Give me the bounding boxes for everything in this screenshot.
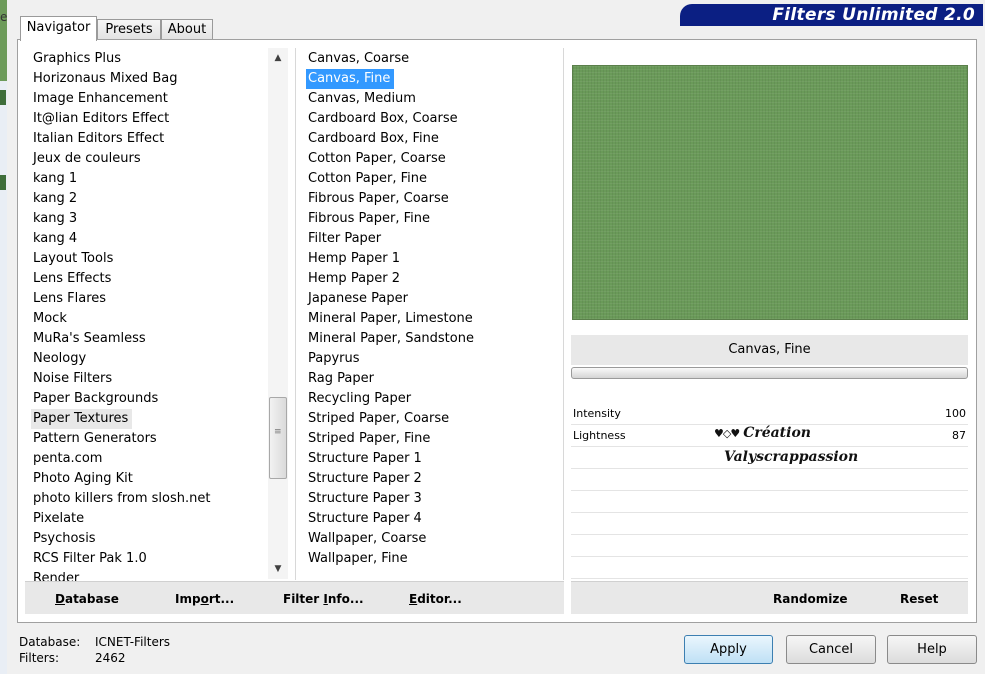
filter-list[interactable]: Canvas, Coarse Canvas, Fine Canvas, Medium…: [300, 48, 560, 580]
filter-item[interactable]: Hemp Paper 2: [306, 269, 404, 289]
category-item[interactable]: kang 2: [31, 189, 81, 209]
filter-item[interactable]: Mineral Paper, Sandstone: [306, 329, 478, 349]
filter-item[interactable]: Structure Paper 2: [306, 469, 426, 489]
randomize-button[interactable]: Randomize: [773, 581, 847, 613]
watermark-line1: ♥◇♥ Création: [714, 424, 854, 443]
category-item[interactable]: photo killers from slosh.net: [31, 489, 214, 509]
filter-item[interactable]: Hemp Paper 1: [306, 249, 404, 269]
status-filters-value: 2462: [95, 651, 126, 665]
status-database-label: Database:: [19, 635, 81, 649]
filter-item[interactable]: Wallpaper, Fine: [306, 549, 412, 569]
category-item[interactable]: Lens Flares: [31, 289, 110, 309]
status-filters-label: Filters:: [19, 651, 60, 665]
filter-item[interactable]: Recycling Paper: [306, 389, 415, 409]
edge-text: e: [0, 10, 7, 24]
cancel-button[interactable]: Cancel: [786, 635, 876, 664]
watermark-line2: Valyscrappassion: [724, 449, 859, 465]
reset-button[interactable]: Reset: [900, 581, 938, 613]
category-item[interactable]: Graphics Plus: [31, 49, 125, 69]
category-item[interactable]: kang 3: [31, 209, 81, 229]
filter-item[interactable]: Canvas, Medium: [306, 89, 420, 109]
import-button[interactable]: Import...: [175, 581, 234, 613]
param-row-empty: [571, 535, 968, 557]
app-title: Filters Unlimited 2.0: [772, 5, 975, 25]
category-item[interactable]: Horizonaus Mixed Bag: [31, 69, 181, 89]
filter-progress-bar: [571, 367, 968, 379]
filter-item[interactable]: Cotton Paper, Coarse: [306, 149, 450, 169]
watermark-text: Création: [743, 425, 811, 441]
filter-item[interactable]: Papyrus: [306, 349, 364, 369]
category-item[interactable]: Image Enhancement: [31, 89, 172, 109]
filter-item[interactable]: Structure Paper 1: [306, 449, 426, 469]
hearts-icon: ♥◇♥: [714, 427, 740, 440]
filter-item[interactable]: Cardboard Box, Fine: [306, 129, 443, 149]
filter-item[interactable]: Fibrous Paper, Fine: [306, 209, 434, 229]
filter-info-button[interactable]: Filter Info...: [283, 581, 364, 613]
filter-item[interactable]: Rag Paper: [306, 369, 378, 389]
grip-icon: ≡: [274, 427, 282, 437]
category-item[interactable]: Paper Backgrounds: [31, 389, 162, 409]
param-row-empty: [571, 557, 968, 579]
param-value: 100: [945, 407, 966, 420]
category-item[interactable]: RCS Filter Pak 1.0: [31, 549, 151, 569]
param-label: Intensity: [573, 407, 621, 420]
filter-preview: [572, 65, 968, 320]
help-button[interactable]: Help: [887, 635, 977, 664]
category-item[interactable]: Jeux de couleurs: [31, 149, 145, 169]
param-row-empty: [571, 491, 968, 513]
filter-item[interactable]: Cardboard Box, Coarse: [306, 109, 462, 129]
list-divider: [563, 48, 564, 580]
filter-item[interactable]: Structure Paper 3: [306, 489, 426, 509]
param-label: Lightness: [573, 429, 626, 442]
param-row-empty: [571, 469, 968, 491]
category-item[interactable]: Pixelate: [31, 509, 88, 529]
category-scrollbar[interactable]: ▲ ▼: [268, 48, 288, 579]
edge-icon: [0, 90, 6, 105]
filter-item[interactable]: Canvas, Coarse: [306, 49, 413, 69]
filter-item[interactable]: Structure Paper 4: [306, 509, 426, 529]
filter-item[interactable]: Canvas, Fine: [306, 69, 395, 89]
category-item[interactable]: Mock: [31, 309, 71, 329]
category-item[interactable]: penta.com: [31, 449, 106, 469]
category-item[interactable]: Psychosis: [31, 529, 100, 549]
category-item[interactable]: Photo Aging Kit: [31, 469, 137, 489]
status-database-value: ICNET-Filters: [95, 635, 171, 649]
edge-icon: [0, 175, 6, 190]
filter-item[interactable]: Striped Paper, Coarse: [306, 409, 453, 429]
triangle-up-icon[interactable]: ▲: [268, 48, 288, 68]
apply-button[interactable]: Apply: [684, 635, 773, 664]
filter-item[interactable]: Mineral Paper, Limestone: [306, 309, 477, 329]
list-divider: [295, 48, 296, 580]
background-window-edge: [0, 0, 7, 674]
filter-item[interactable]: Filter Paper: [306, 229, 385, 249]
category-list[interactable]: Graphics Plus Horizonaus Mixed Bag Image E…: [25, 48, 267, 585]
category-item[interactable]: Layout Tools: [31, 249, 117, 269]
param-value: 87: [952, 429, 966, 442]
param-row-empty: [571, 513, 968, 535]
category-item[interactable]: Neology: [31, 349, 90, 369]
filter-item[interactable]: Cotton Paper, Fine: [306, 169, 431, 189]
tab-presets[interactable]: Presets: [97, 19, 161, 40]
tab-navigator[interactable]: Navigator: [20, 16, 97, 41]
filter-item[interactable]: Fibrous Paper, Coarse: [306, 189, 453, 209]
category-item[interactable]: kang 1: [31, 169, 81, 189]
category-item[interactable]: Italian Editors Effect: [31, 129, 168, 149]
editor-button[interactable]: Editor...: [409, 581, 462, 613]
category-item[interactable]: kang 4: [31, 229, 81, 249]
param-row-intensity[interactable]: Intensity 100: [571, 403, 968, 425]
filter-item[interactable]: Striped Paper, Fine: [306, 429, 434, 449]
triangle-down-icon[interactable]: ▼: [268, 559, 288, 579]
database-button[interactable]: Database: [55, 581, 119, 613]
filter-name-label: Canvas, Fine: [571, 335, 968, 365]
category-item[interactable]: MuRa's Seamless: [31, 329, 150, 349]
scroll-thumb[interactable]: [269, 397, 287, 479]
category-item[interactable]: Noise Filters: [31, 369, 116, 389]
category-item[interactable]: Paper Textures: [31, 409, 133, 429]
category-item[interactable]: Lens Effects: [31, 269, 115, 289]
filter-item[interactable]: Wallpaper, Coarse: [306, 529, 430, 549]
category-item[interactable]: It@lian Editors Effect: [31, 109, 173, 129]
category-item[interactable]: Pattern Generators: [31, 429, 161, 449]
tab-about[interactable]: About: [161, 19, 213, 40]
filter-item[interactable]: Japanese Paper: [306, 289, 412, 309]
